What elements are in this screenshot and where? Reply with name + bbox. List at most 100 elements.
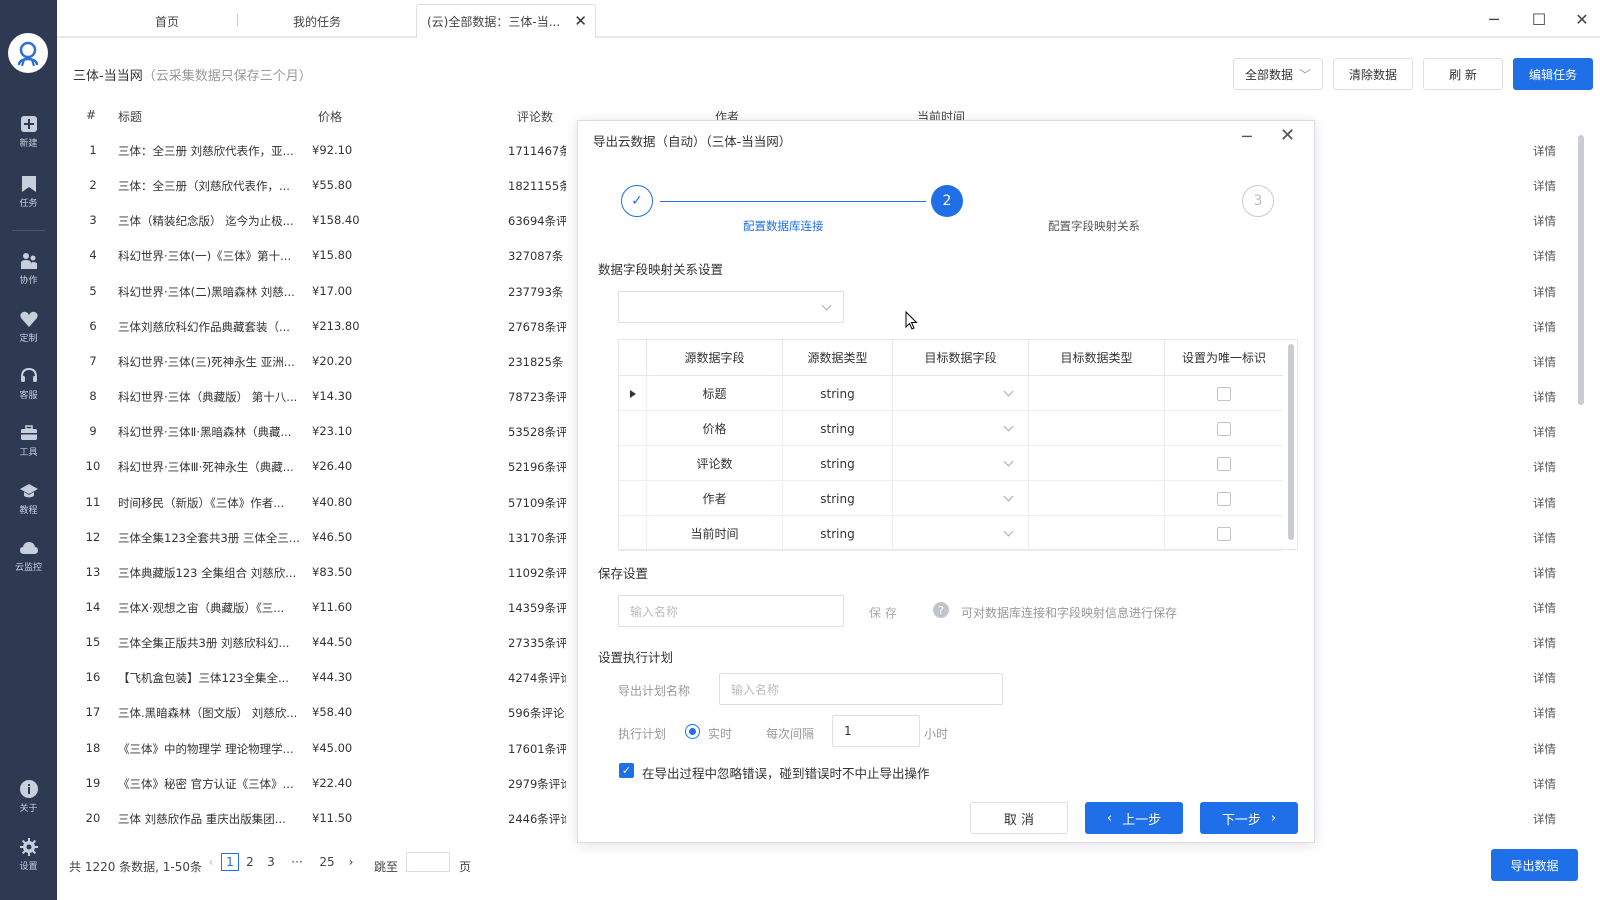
page-2[interactable]: 2 [244,853,256,871]
grid-row[interactable]: 标题 string [619,376,1283,411]
row-detail-link[interactable]: 详情 [1533,459,1556,475]
sidebar-item-cloud-monitor[interactable]: 云监控 [0,527,57,583]
row-title: 科幻世界·三体（典藏版） 第十八... [118,390,298,405]
clear-data-button[interactable]: 清除数据 [1333,58,1413,90]
refresh-button[interactable]: 刷 新 [1423,58,1503,90]
sidebar-item-label: 协作 [19,275,38,286]
grid-header-label: 目标数据类型 [1060,351,1133,365]
mapping-preset-select[interactable] [618,291,844,323]
dialog-minimize-icon[interactable]: ─ [1242,127,1252,146]
sidebar-item-label: 新建 [19,138,38,149]
save-section-title: 保存设置 [598,566,649,581]
cancel-button[interactable]: 取 消 [970,802,1068,834]
row-detail-link[interactable]: 详情 [1533,495,1556,511]
step-3-indicator: 3 [1242,185,1274,217]
grid-row[interactable]: 作者 string [619,481,1283,516]
data-filter-dropdown[interactable]: 全部数据 ﹀ [1233,58,1323,90]
row-index: 7 [89,353,97,368]
prev-page-icon[interactable]: ‹ [205,853,217,871]
tab-my-tasks[interactable]: 我的任务 [257,4,377,38]
row-detail-link[interactable]: 详情 [1533,389,1556,405]
unique-key-checkbox[interactable] [1217,526,1231,541]
ignore-errors-checkbox[interactable]: ✓ [619,763,634,778]
minimize-window-icon[interactable]: ─ [1483,8,1505,30]
realtime-radio[interactable] [685,724,700,739]
sidebar-item-tutorial[interactable]: 教程 [0,470,57,526]
row-title: 科幻世界·三体Ⅱ·黑暗森林（典藏... [118,425,292,440]
dialog-close-icon[interactable]: ✕ [1280,125,1295,146]
sidebar-item-custom[interactable]: 定制 [0,298,57,354]
tab-cloud-data[interactable]: (云)全部数据：三体-当... ✕ [416,4,596,38]
sidebar-item-settings[interactable]: 设置 [0,826,57,882]
table-scrollbar[interactable] [1578,135,1584,405]
target-field-select[interactable] [893,446,1029,481]
plan-name-input[interactable]: 输入名称 [719,673,1003,705]
page-1[interactable]: 1 [221,853,239,871]
sidebar-item-collab[interactable]: 协作 [0,240,57,296]
row-detail-link[interactable]: 详情 [1533,635,1556,651]
target-field-select[interactable] [893,411,1029,446]
page-3[interactable]: 3 [265,853,277,871]
row-detail-link[interactable]: 详情 [1533,811,1556,827]
row-detail-link[interactable]: 详情 [1533,670,1556,686]
edit-task-button[interactable]: 编辑任务 [1513,58,1593,90]
sidebar-item-support[interactable]: 客服 [0,355,57,411]
row-title: 《三体》秘密 官方认证《三体》... [118,776,294,791]
row-detail-link[interactable]: 详情 [1533,213,1556,229]
prev-step-button[interactable]: ‹ 上一步 [1085,802,1183,834]
maximize-window-icon[interactable]: ☐ [1528,8,1550,30]
row-detail-link[interactable]: 详情 [1533,600,1556,616]
row-detail-link[interactable]: 详情 [1533,143,1556,159]
grid-row[interactable]: 评论数 string [619,446,1283,481]
source-type-name: string [820,491,855,506]
save-name-input[interactable]: 输入名称 [618,595,844,627]
grid-row[interactable]: 价格 string [619,411,1283,446]
close-window-icon[interactable]: ✕ [1571,8,1593,30]
interval-input[interactable]: 1 [832,715,920,747]
grid-scrollbar[interactable] [1288,344,1294,540]
row-detail-link[interactable]: 详情 [1533,424,1556,440]
export-dialog: 导出云数据（自动）（三体-当当网） ─ ✕ ✓ 2 配置数据库连接 3 配置字段… [577,120,1315,843]
help-icon: ? [933,602,949,618]
row-detail-link[interactable]: 详情 [1533,705,1556,721]
step-3-label: 配置字段映射关系 [1048,219,1140,233]
sidebar-item-tasks[interactable]: 任务 [0,163,57,219]
target-field-select[interactable] [893,481,1029,516]
sidebar-item-about[interactable]: 关于 [0,768,57,824]
row-detail-link[interactable]: 详情 [1533,565,1556,581]
unique-key-checkbox[interactable] [1217,456,1231,471]
row-title: 三体全集123全套共3册 三体全三... [118,530,300,545]
page-title: 三体-当当网（云采集数据只保存三个月） [73,65,312,84]
target-field-select[interactable] [893,376,1029,411]
target-field-select[interactable] [893,516,1029,551]
row-detail-link[interactable]: 详情 [1533,354,1556,370]
row-price: ¥58.40 [312,705,353,720]
unique-key-checkbox[interactable] [1217,386,1231,401]
row-detail-link[interactable]: 详情 [1533,178,1556,194]
next-step-button[interactable]: 下一步 › [1200,802,1298,834]
row-index: 9 [89,424,97,439]
row-price: ¥14.30 [312,389,353,404]
unique-key-checkbox[interactable] [1217,491,1231,506]
gear-icon [19,837,38,856]
row-detail-link[interactable]: 详情 [1533,741,1556,757]
sidebar-item-new[interactable]: 新建 [0,103,57,159]
row-detail-link[interactable]: 详情 [1533,530,1556,546]
row-detail-link[interactable]: 详情 [1533,284,1556,300]
save-button[interactable]: 保 存 [869,604,897,621]
interval-unit: 小时 [924,727,949,741]
row-detail-link[interactable]: 详情 [1533,319,1556,335]
ignore-errors-label: 在导出过程中忽略错误，碰到错误时不中止导出操作 [642,766,930,781]
tab-home[interactable]: 首页 [107,4,227,38]
sidebar-item-tools[interactable]: 工具 [0,412,57,468]
unique-key-checkbox[interactable] [1217,421,1231,436]
export-data-button[interactable]: 导出数据 [1491,849,1578,881]
close-tab-icon[interactable]: ✕ [574,12,587,30]
jump-page-input[interactable] [406,852,450,872]
row-detail-link[interactable]: 详情 [1533,776,1556,792]
page-25[interactable]: 25 [318,853,336,871]
page-ellipsis[interactable]: ··· [287,853,307,871]
row-detail-link[interactable]: 详情 [1533,248,1556,264]
next-page-icon[interactable]: › [345,853,357,871]
grid-row[interactable]: 当前时间 string [619,516,1283,551]
